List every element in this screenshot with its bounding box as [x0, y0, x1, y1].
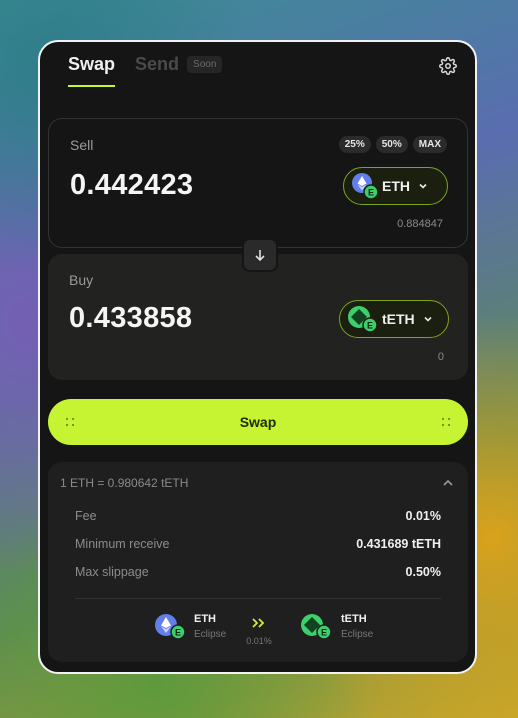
tab-swap[interactable]: Swap [68, 54, 116, 87]
svg-text:E: E [367, 321, 373, 331]
percent-buttons: 25% 50% MAX [338, 136, 447, 153]
route-to: E tETH Eclipse [299, 612, 373, 640]
percent-25-button[interactable]: 25% [338, 136, 371, 153]
swap-button-label: Swap [239, 414, 277, 430]
max-slippage-label: Max slippage [75, 565, 149, 579]
dots-icon [66, 418, 74, 426]
tab-send[interactable]: Send [135, 54, 179, 87]
max-slippage-value: 0.50% [405, 565, 441, 579]
soon-badge: Soon [187, 56, 223, 73]
fee-row: Fee 0.01% [75, 509, 441, 523]
buy-token-selector[interactable]: E tETH [339, 300, 449, 338]
swap-details: 1 ETH = 0.980642 tETH Fee 0.01% Minimum … [48, 462, 468, 662]
route-from-chain: Eclipse [194, 628, 227, 640]
sell-panel: Sell 25% 50% MAX 0.442423 E ETH 0.884847 [48, 118, 468, 248]
eth-eclipse-icon: E [352, 173, 378, 199]
double-chevron-right-icon [252, 618, 265, 628]
route-to-chain: Eclipse [341, 628, 374, 640]
svg-text:E: E [368, 188, 374, 198]
route-fee-value: 0.01% [246, 636, 272, 646]
route-to-token: tETH [341, 612, 367, 625]
chevron-down-icon [424, 316, 432, 322]
exchange-rate: 1 ETH = 0.980642 tETH [60, 476, 189, 490]
buy-amount-output: 0.433858 [69, 302, 193, 334]
arrow-down-icon [255, 250, 265, 262]
sell-token-symbol: ETH [382, 178, 410, 194]
route-fee: 0.01% [244, 616, 274, 646]
swap-route: E ETH Eclipse 0.01% E tETH Eclipse [48, 612, 468, 652]
swap-button[interactable]: Swap [48, 399, 468, 445]
fee-label: Fee [75, 509, 97, 523]
divider [75, 598, 441, 599]
buy-balance: 0 [437, 351, 444, 363]
route-from: E ETH Eclipse [154, 612, 226, 640]
buy-token-symbol: tETH [382, 311, 415, 327]
svg-text:E: E [321, 628, 327, 638]
gear-icon[interactable] [439, 57, 457, 75]
eth-eclipse-icon: E [155, 614, 186, 640]
max-slippage-row: Max slippage 0.50% [75, 565, 441, 579]
minimum-receive-value: 0.431689 tETH [356, 537, 441, 551]
teth-eclipse-icon: E [348, 306, 378, 332]
teth-eclipse-icon: E [301, 614, 332, 640]
minimum-receive-row: Minimum receive 0.431689 tETH [75, 537, 441, 551]
chevron-down-icon [419, 183, 427, 189]
swap-card: Swap Send Soon Sell 25% 50% MAX 0.442423… [38, 40, 477, 674]
sell-label: Sell [70, 137, 94, 153]
tab-bar: Swap Send Soon [68, 54, 223, 87]
sell-token-selector[interactable]: E ETH [343, 167, 448, 205]
switch-direction-button[interactable] [242, 238, 278, 272]
percent-50-button[interactable]: 50% [375, 136, 408, 153]
minimum-receive-label: Minimum receive [75, 537, 170, 551]
chevron-up-icon[interactable] [442, 478, 454, 488]
sell-amount-input[interactable]: 0.442423 [70, 169, 193, 202]
buy-panel: Buy 0.433858 E tETH 0 [48, 254, 468, 380]
dots-icon [442, 418, 450, 426]
max-button[interactable]: MAX [412, 136, 447, 153]
svg-text:E: E [175, 628, 181, 638]
sell-balance: 0.884847 [397, 218, 443, 230]
route-from-token: ETH [194, 612, 216, 625]
buy-label: Buy [69, 272, 94, 288]
fee-value: 0.01% [405, 509, 441, 523]
